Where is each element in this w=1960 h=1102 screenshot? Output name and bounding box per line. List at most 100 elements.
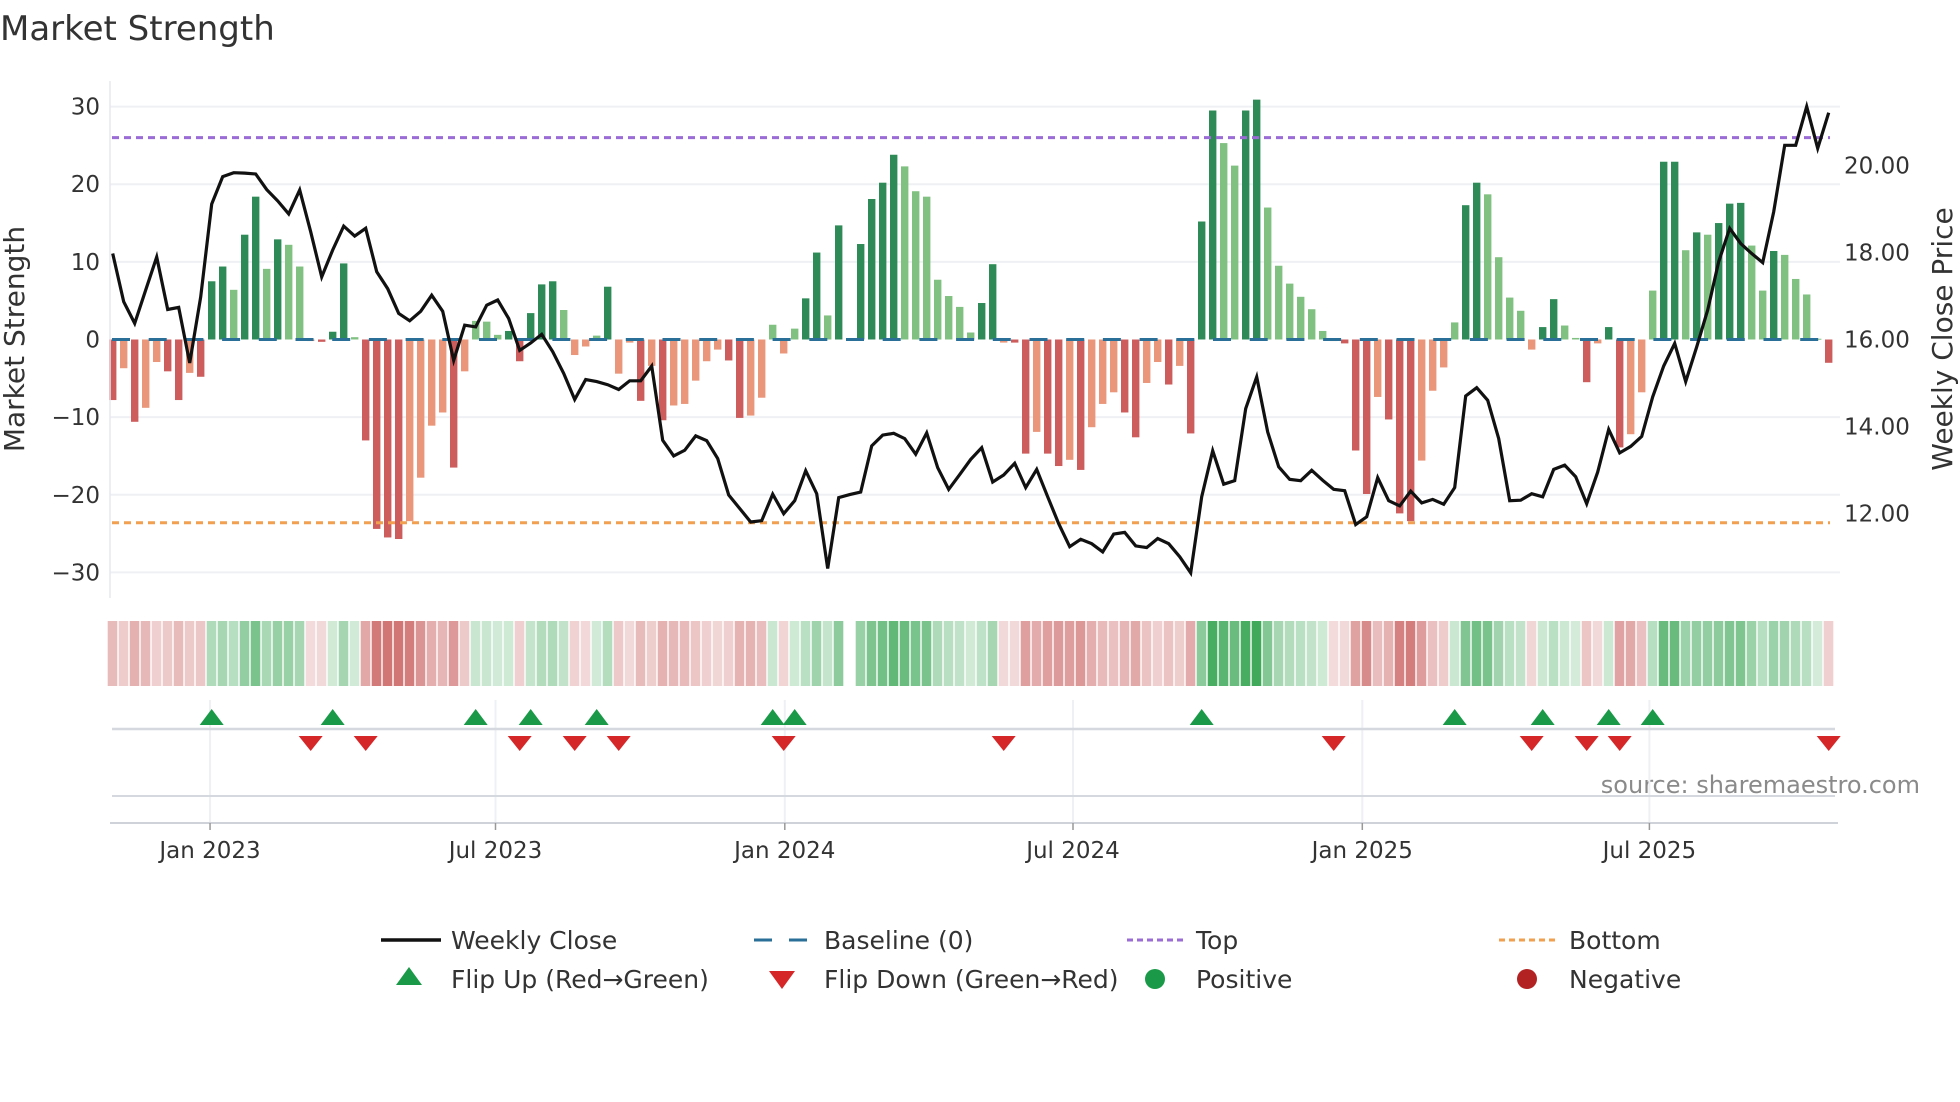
positive-bar — [813, 252, 821, 340]
legend-item-line: Weekly Close — [381, 926, 617, 955]
strip-cell — [1086, 621, 1097, 686]
negative-bar — [428, 339, 436, 426]
positive-bar — [1264, 207, 1272, 340]
strip-cell — [1053, 621, 1064, 686]
positive-bar — [1539, 327, 1547, 340]
negative-bar — [1825, 339, 1833, 363]
flip-up-marker — [199, 709, 224, 725]
strip-cell — [1801, 621, 1812, 686]
flip-down-marker — [1321, 736, 1346, 751]
negative-bar — [1374, 339, 1382, 397]
flip-down-marker — [991, 736, 1016, 751]
positive-bar — [219, 266, 227, 340]
positive-bar — [769, 324, 777, 340]
negative-bar — [197, 339, 205, 377]
positive-bar — [1253, 99, 1261, 340]
x-tick-label: Jul 2024 — [1024, 838, 1120, 864]
legend-positive-dot — [1145, 969, 1165, 989]
negative-bar — [1616, 339, 1624, 448]
negative-bar — [1154, 339, 1162, 363]
positive-bar — [912, 191, 920, 340]
positive-bar — [1484, 194, 1492, 340]
y-tick-label: 10 — [71, 250, 100, 276]
strip-cell — [1427, 621, 1438, 686]
positive-bar — [1495, 257, 1503, 340]
strip-cell — [118, 621, 129, 686]
strip-cell — [1548, 621, 1559, 686]
strip-cell — [1724, 621, 1735, 686]
negative-bar — [1341, 339, 1349, 344]
negative-bar — [582, 339, 590, 347]
positive-bar — [1803, 294, 1811, 340]
strip-cell — [459, 621, 470, 686]
positive-bar — [296, 266, 304, 340]
legend-label: Top — [1195, 926, 1238, 955]
positive-bar — [208, 281, 216, 340]
strip-cell — [1570, 621, 1581, 686]
legend-flip-down-icon — [769, 971, 795, 989]
reference-lines — [112, 136, 1830, 525]
y2-axis-label: Weekly Close Price — [1926, 207, 1959, 470]
positive-bar — [923, 196, 931, 340]
strip-cell — [1636, 621, 1647, 686]
strip-cell — [1680, 621, 1691, 686]
negative-bar — [1121, 339, 1129, 413]
negative-bar — [703, 339, 711, 362]
x-tick-label: Jan 2023 — [157, 838, 260, 864]
negative-bar — [1385, 339, 1393, 420]
strip-cell — [613, 621, 624, 686]
flip-down-marker — [1607, 736, 1632, 751]
positive-bar — [1605, 327, 1613, 340]
negative-bar — [637, 339, 645, 401]
strip-cell — [1295, 621, 1306, 686]
strip-cell — [833, 621, 844, 686]
negative-bar — [747, 339, 755, 416]
legend-flip-up-icon — [396, 967, 422, 985]
negative-bar — [725, 339, 733, 361]
x-tick-label: Jul 2025 — [1601, 838, 1697, 864]
strip-cell — [668, 621, 679, 686]
strip-cell — [547, 621, 558, 686]
positive-bar — [1561, 325, 1569, 340]
strip-cell — [305, 621, 316, 686]
positive-bar — [1506, 297, 1514, 340]
negative-bar — [1352, 339, 1360, 451]
strip-cell — [514, 621, 525, 686]
legend-item-flip_down: Flip Down (Green→Red) — [769, 965, 1119, 994]
flip-down-marker — [1816, 736, 1841, 751]
strip-cell — [1614, 621, 1625, 686]
positive-bar — [560, 310, 568, 340]
flip-up-marker — [1189, 709, 1214, 725]
strip-cell — [1449, 621, 1460, 686]
strip-cell — [800, 621, 811, 686]
legend-label: Baseline (0) — [824, 926, 973, 955]
strip-cell — [327, 621, 338, 686]
negative-bar — [406, 339, 414, 522]
strip-cell — [1691, 621, 1702, 686]
strip-cell — [437, 621, 448, 686]
strip-cell — [1416, 621, 1427, 686]
flip-up-marker — [320, 709, 345, 725]
positive-bar — [1231, 165, 1239, 340]
strip-cell — [690, 621, 701, 686]
strip-cell — [778, 621, 789, 686]
negative-bar — [1440, 339, 1448, 368]
negative-bar — [1143, 339, 1151, 383]
strip-cell — [1669, 621, 1680, 686]
strip-cell — [1471, 621, 1482, 686]
negative-bar — [736, 339, 744, 418]
positive-bar — [1693, 232, 1701, 340]
positive-bar — [1792, 278, 1800, 340]
negative-bar — [395, 339, 403, 540]
strip-cell — [811, 621, 822, 686]
negative-bar — [1033, 339, 1041, 432]
positive-bar — [1275, 265, 1283, 340]
strip-cell — [1075, 621, 1086, 686]
legend-item-baseline: Baseline (0) — [754, 926, 973, 955]
negative-bar — [1055, 339, 1063, 467]
y2-tick-label: 14.00 — [1844, 414, 1910, 440]
strip-cell — [151, 621, 162, 686]
negative-bar — [1011, 339, 1019, 343]
strip-cell — [987, 621, 998, 686]
strip-cell — [536, 621, 547, 686]
